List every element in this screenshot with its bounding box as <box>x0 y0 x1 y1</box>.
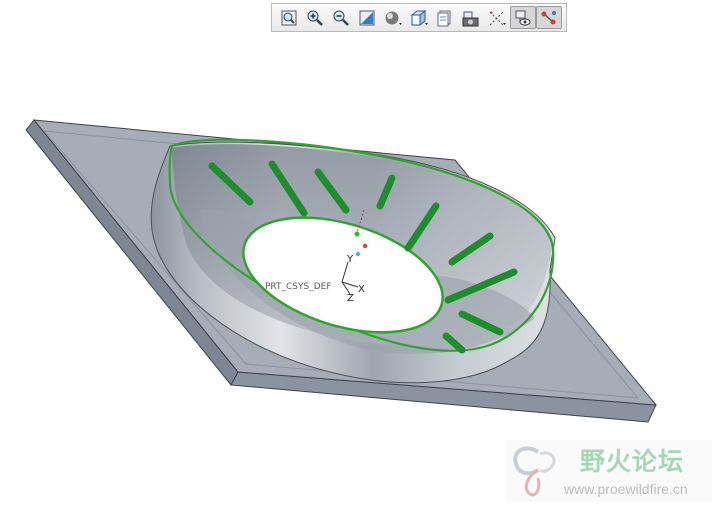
csys-x-label: X <box>358 284 365 295</box>
view-toolbar: * <box>271 3 567 32</box>
repaint-icon <box>359 10 375 25</box>
display-style-button[interactable] <box>380 6 406 29</box>
model-viewport-svg[interactable]: Y X Z PRT_CSYS_DEF <box>0 0 718 507</box>
shaded-sphere-icon <box>385 11 402 25</box>
csys-z-label: Z <box>347 293 354 304</box>
forum-watermark: 野火论坛 www.proewildfire.cn <box>506 440 712 502</box>
zoom-in-icon <box>307 10 323 26</box>
cube-icon <box>410 9 428 26</box>
svg-text:*: * <box>490 10 494 18</box>
spin-center-button[interactable] <box>536 6 562 29</box>
datum-display-button[interactable]: * <box>484 6 510 29</box>
zoom-out-button[interactable] <box>328 6 354 29</box>
graphics-window[interactable]: Y X Z PRT_CSYS_DEF <box>0 0 718 507</box>
butterfly-logo-icon <box>513 446 556 497</box>
zoom-in-button[interactable] <box>302 6 328 29</box>
view-manager-button[interactable] <box>432 6 458 29</box>
repaint-button[interactable] <box>354 6 380 29</box>
spin-center-icon <box>541 10 556 24</box>
perspective-button[interactable] <box>458 6 484 29</box>
refit-icon <box>281 10 297 25</box>
watermark-url: www.proewildfire.cn <box>564 481 688 497</box>
saved-views-button[interactable] <box>406 6 432 29</box>
datum-axes-icon: * <box>489 10 506 25</box>
view-manager-icon <box>437 10 451 26</box>
annotation-eye-icon <box>515 10 531 25</box>
csys-y-label: Y <box>346 254 354 265</box>
watermark-title: 野火论坛 <box>580 447 685 476</box>
refit-button[interactable] <box>276 6 302 29</box>
camera-icon <box>462 11 479 26</box>
zoom-out-icon <box>333 10 349 26</box>
annotation-display-button[interactable] <box>510 6 536 29</box>
csys-name-label: PRT_CSYS_DEF <box>265 282 332 292</box>
